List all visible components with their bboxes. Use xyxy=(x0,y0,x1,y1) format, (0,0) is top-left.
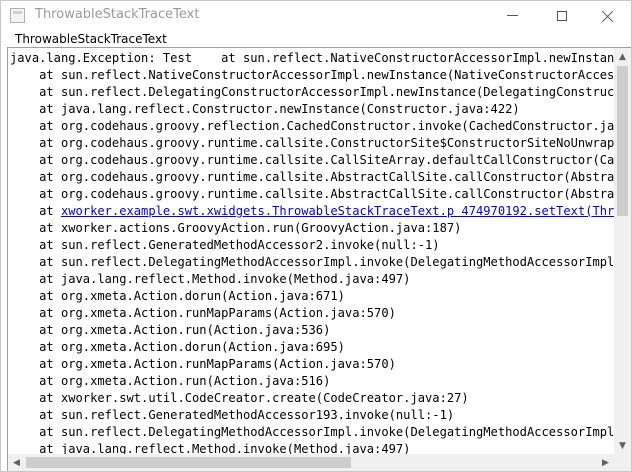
stack-trace-text-area[interactable]: java.lang.Exception: Test at sun.reflect… xyxy=(7,47,631,471)
vertical-scroll-thumb[interactable] xyxy=(617,66,628,216)
stack-trace-line: at java.lang.reflect.Method.invoke(Metho… xyxy=(10,272,411,286)
group-label: ThrowableStackTraceText xyxy=(15,32,167,46)
minimize-icon xyxy=(506,15,518,16)
scroll-up-arrow-icon[interactable]: ▲ xyxy=(614,48,631,65)
stack-trace-lines[interactable]: java.lang.Exception: Test at sun.reflect… xyxy=(10,50,614,454)
stack-trace-line: at org.codehaus.groovy.runtime.callsite.… xyxy=(39,153,614,167)
stack-trace-line-prefix: at xyxy=(10,204,61,218)
scroll-down-arrow-icon[interactable]: ▼ xyxy=(614,437,631,454)
stack-trace-line: at xworker.swt.util.CodeCreator.create(C… xyxy=(10,391,469,405)
scrollbar-corner xyxy=(614,454,631,471)
stack-trace-line: at sun.reflect.DelegatingConstructorAcce… xyxy=(39,85,614,99)
stack-trace-line: at org.codehaus.groovy.runtime.callsite.… xyxy=(39,136,614,150)
stack-trace-line: at org.xmeta.Action.runMapParams(Action.… xyxy=(10,306,396,320)
stack-trace-line: java.lang.Exception: Test at sun.reflect… xyxy=(10,51,614,65)
stack-trace-line: at org.codehaus.groovy.runtime.callsite.… xyxy=(39,170,614,184)
maximize-button[interactable] xyxy=(539,1,585,30)
stack-trace-line: at sun.reflect.DelegatingMethodAccessorI… xyxy=(10,425,614,439)
stack-trace-line: at org.xmeta.Action.runMapParams(Action.… xyxy=(10,357,396,371)
horizontal-scroll-thumb[interactable] xyxy=(26,457,351,468)
stack-trace-line: at sun.reflect.GeneratedMethodAccessor2.… xyxy=(10,238,440,252)
stack-trace-line: at sun.reflect.NativeConstructorAccessor… xyxy=(39,68,614,82)
close-button[interactable] xyxy=(585,1,631,30)
stack-trace-line: at xworker.example.swt.xwidgets.Throwabl… xyxy=(10,203,614,220)
maximize-icon xyxy=(557,10,567,21)
stack-trace-line: at org.xmeta.Action.dorun(Action.java:69… xyxy=(10,340,345,354)
close-icon xyxy=(602,10,614,22)
minimize-button[interactable] xyxy=(489,1,535,30)
stack-trace-line: at org.codehaus.groovy.reflection.Cached… xyxy=(10,119,614,133)
app-icon xyxy=(10,8,25,23)
vertical-scrollbar[interactable]: ▲ ▼ xyxy=(614,48,631,454)
app-window: ThrowableStackTraceText ThrowableStackTr… xyxy=(0,0,632,472)
stack-trace-line: at org.xmeta.Action.dorun(Action.java:67… xyxy=(10,289,345,303)
stack-trace-line: at org.xmeta.Action.run(Action.java:536) xyxy=(10,323,331,337)
stack-trace-line: at sun.reflect.GeneratedMethodAccessor19… xyxy=(10,408,455,422)
stack-trace-line: at org.xmeta.Action.run(Action.java:516) xyxy=(10,374,331,388)
stack-trace-link[interactable]: xworker.example.swt.xwidgets.ThrowableSt… xyxy=(61,204,614,218)
stack-trace-line: at org.codehaus.groovy.runtime.callsite.… xyxy=(39,187,614,201)
title-bar[interactable]: ThrowableStackTraceText xyxy=(1,1,631,30)
stack-trace-line: at sun.reflect.DelegatingMethodAccessorI… xyxy=(10,255,614,269)
horizontal-scrollbar[interactable]: ◀ ▶ xyxy=(8,454,614,471)
stack-trace-line: at java.lang.reflect.Method.invoke(Metho… xyxy=(10,442,411,454)
scroll-left-arrow-icon[interactable]: ◀ xyxy=(8,454,25,471)
stack-trace-line: at xworker.actions.GroovyAction.run(Groo… xyxy=(10,221,462,235)
scroll-right-arrow-icon[interactable]: ▶ xyxy=(597,454,614,471)
stack-trace-line: at java.lang.reflect.Constructor.newInst… xyxy=(10,102,520,116)
window-title: ThrowableStackTraceText xyxy=(35,7,200,22)
